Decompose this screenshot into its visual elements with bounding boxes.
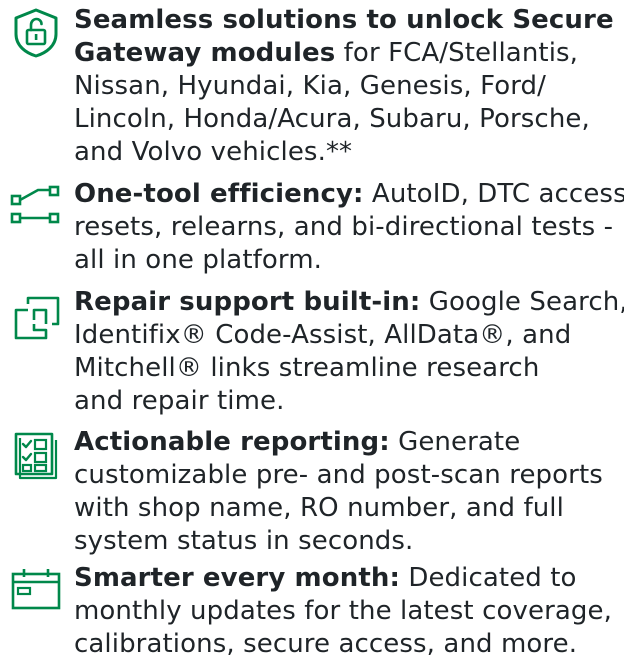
- feature-text: One-tool efficiency: AutoID, DTC access,…: [74, 178, 624, 277]
- calendar-icon: [10, 568, 70, 628]
- feature-line: Smarter every month: Dedicated to: [74, 563, 577, 593]
- feature-line: Gateway modules for FCA/Stellantis,: [74, 38, 579, 68]
- feature-line: One-tool efficiency: AutoID, DTC access,: [74, 179, 624, 209]
- feature-line: customizable pre- and post-scan reports: [74, 460, 603, 490]
- feature-line: Actionable reporting: Generate: [74, 427, 521, 457]
- feature-line: and Volvo vehicles.**: [74, 137, 353, 167]
- feature-line: Repair support built-in: Google Search,: [74, 287, 624, 317]
- feature-text: Smarter every month: Dedicated to monthl…: [74, 562, 622, 661]
- feature-line: Nissan, Hyundai, Kia, Genesis, Ford/: [74, 71, 547, 101]
- feature-line: calibrations, secure access, and more.: [74, 629, 578, 659]
- unlock-shield-icon: [8, 6, 68, 66]
- connection-icon: [10, 182, 70, 242]
- feature-text: Seamless solutions to unlock Secure Gate…: [74, 4, 622, 169]
- feature-line: resets, relearns, and bi-directional tes…: [74, 212, 614, 242]
- feature-text: Repair support built-in: Google Search, …: [74, 286, 624, 418]
- feature-line: Mitchell® links streamline research: [74, 353, 540, 383]
- feature-line: and repair time.: [74, 386, 285, 416]
- feature-line: Seamless solutions to unlock Secure: [74, 5, 614, 35]
- feature-line: system status in seconds.: [74, 526, 414, 556]
- checklist-report-icon: [12, 430, 72, 490]
- feature-line: all in one platform.: [74, 245, 322, 275]
- feature-line: Identifix® Code-Assist, AllData®, and: [74, 320, 572, 350]
- feature-line: with shop name, RO number, and full: [74, 493, 564, 523]
- feature-line: Lincoln, Honda/Acura, Subaru, Porsche,: [74, 104, 590, 134]
- feature-line: monthly updates for the latest coverage,: [74, 596, 612, 626]
- copy-link-icon: [12, 294, 72, 354]
- feature-text: Actionable reporting: Generate customiza…: [74, 426, 622, 558]
